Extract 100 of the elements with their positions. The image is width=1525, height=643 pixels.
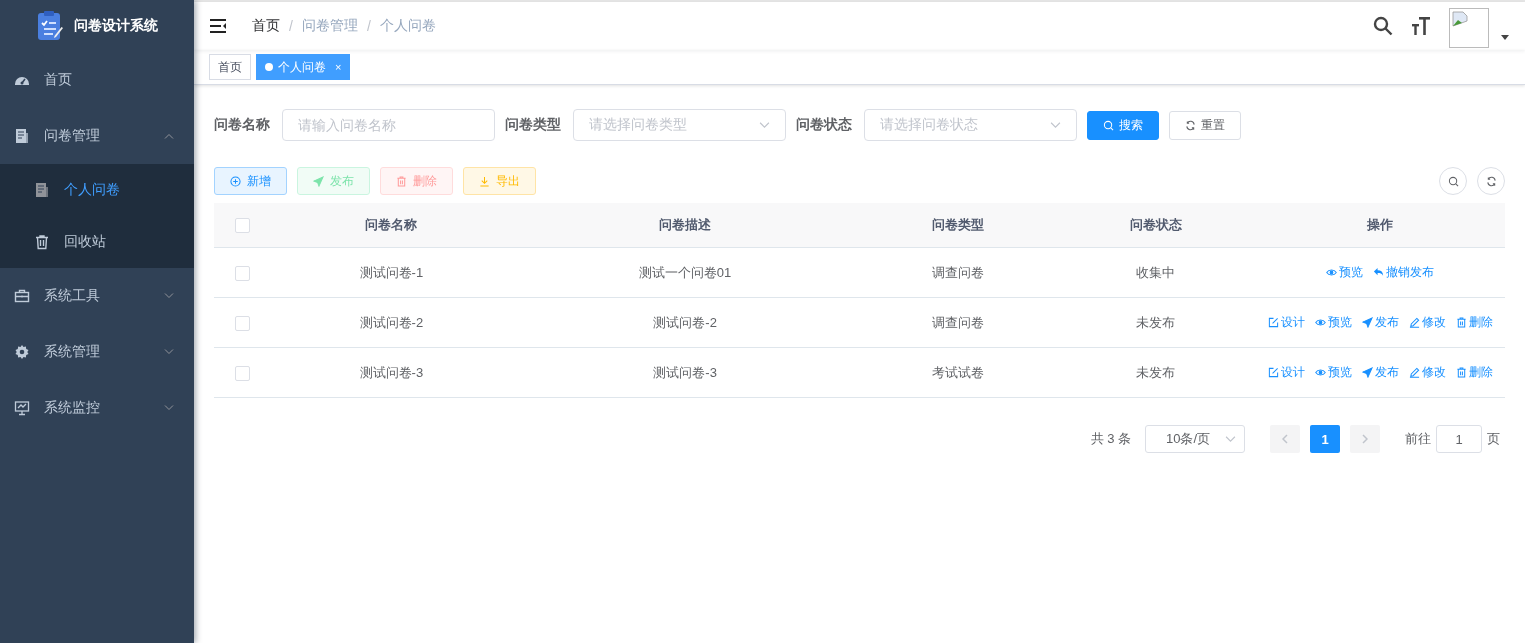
tab-close-button[interactable]: × bbox=[335, 61, 342, 73]
total-count: 共 3 条 bbox=[1090, 430, 1131, 448]
chevron-up-icon bbox=[164, 133, 174, 139]
chevron-down-icon bbox=[164, 349, 174, 355]
menu-item[interactable]: 问卷管理 bbox=[0, 108, 194, 164]
chevron-down-icon bbox=[164, 405, 174, 411]
column-header: 问卷名称 bbox=[271, 203, 512, 248]
menu-item[interactable]: 系统监控 bbox=[0, 380, 194, 436]
search-icon bbox=[1103, 119, 1114, 131]
menu-item[interactable]: 系统工具 bbox=[0, 268, 194, 324]
table-cell: 考试试卷 bbox=[858, 347, 1057, 398]
table-cell: 测试问卷-2 bbox=[271, 297, 512, 348]
select-field[interactable]: 请选择问卷类型 bbox=[573, 109, 786, 141]
plus-circle-icon bbox=[230, 175, 241, 187]
clipboard-logo-icon bbox=[36, 10, 66, 42]
breadcrumb-separator: / bbox=[289, 18, 293, 34]
text-input-field[interactable]: 请输入问卷名称 bbox=[282, 109, 495, 141]
search-icon[interactable] bbox=[1373, 16, 1393, 36]
add-button[interactable]: 新增 bbox=[214, 167, 287, 195]
refresh-icon bbox=[1185, 119, 1196, 131]
page-number-field[interactable]: 1 bbox=[1436, 425, 1482, 453]
delete-link[interactable]: 删除 bbox=[1455, 314, 1493, 331]
row-checkbox[interactable] bbox=[235, 265, 250, 281]
breadcrumb-item[interactable]: 首页 bbox=[252, 17, 280, 35]
publish-link[interactable]: 发布 bbox=[1361, 314, 1399, 331]
document-icon bbox=[14, 128, 30, 144]
page-tab[interactable]: 首页 bbox=[209, 54, 251, 80]
column-header: 问卷描述 bbox=[511, 203, 859, 248]
chevron-right-icon bbox=[1362, 434, 1368, 444]
eye-icon bbox=[1314, 317, 1326, 328]
chevron-down-icon bbox=[1225, 435, 1236, 443]
table-cell: 测试问卷-2 bbox=[511, 297, 859, 348]
refresh-icon bbox=[1485, 175, 1497, 187]
page-tab[interactable]: 个人问卷 × bbox=[256, 54, 351, 80]
edit-link[interactable]: 修改 bbox=[1408, 314, 1446, 331]
table-cell: 调查问卷 bbox=[858, 297, 1057, 348]
menu-item[interactable]: 系统管理 bbox=[0, 324, 194, 380]
eye-icon bbox=[1326, 267, 1337, 278]
paper-plane-icon bbox=[1361, 367, 1373, 378]
preview-link[interactable]: 预览 bbox=[1314, 314, 1352, 331]
row-checkbox[interactable] bbox=[235, 315, 250, 331]
chevron-down-icon bbox=[759, 121, 770, 129]
column-header: 操作 bbox=[1255, 203, 1505, 248]
table-cell: 调查问卷 bbox=[858, 247, 1057, 298]
publish-link[interactable]: 发布 bbox=[1361, 364, 1399, 381]
broken-image-avatar[interactable] bbox=[1449, 8, 1489, 48]
column-header: 问卷状态 bbox=[1056, 203, 1255, 248]
reset-button[interactable]: 重置 bbox=[1169, 110, 1241, 140]
trash-icon bbox=[1455, 367, 1467, 378]
table-cell: 未发布 bbox=[1056, 347, 1255, 398]
design-link[interactable]: 设计 bbox=[1267, 364, 1305, 381]
font-size-icon[interactable] bbox=[1411, 16, 1431, 36]
submenu-item[interactable]: 个人问卷 bbox=[0, 164, 194, 216]
table-cell: 测试一个问卷01 bbox=[511, 247, 859, 298]
previous-page-button[interactable] bbox=[1270, 425, 1300, 453]
menu-fold-icon[interactable] bbox=[210, 19, 226, 33]
monitor-icon bbox=[14, 400, 30, 416]
search-icon bbox=[1447, 175, 1459, 187]
table-cell: 测试问卷-3 bbox=[271, 347, 512, 398]
select-all-checkbox[interactable] bbox=[235, 218, 250, 234]
menu-item[interactable]: 首页 bbox=[0, 52, 194, 108]
revoke-link[interactable]: 撤销发布 bbox=[1373, 264, 1434, 281]
page-size-select[interactable]: 10条/页 bbox=[1145, 425, 1245, 453]
breadcrumb-item[interactable]: 问卷管理 bbox=[301, 17, 358, 35]
breadcrumb-item: 个人问卷 bbox=[379, 17, 436, 35]
app-title: 问卷设计系统 bbox=[74, 17, 158, 35]
submenu-item[interactable]: 回收站 bbox=[0, 216, 194, 268]
select-field[interactable]: 请选择问卷状态 bbox=[864, 109, 1077, 141]
page-suffix: 页 bbox=[1487, 430, 1500, 448]
undo-arrow-icon bbox=[1373, 267, 1384, 278]
row-checkbox[interactable] bbox=[235, 365, 250, 381]
filter-label: 问卷名称 bbox=[214, 116, 270, 134]
table-cell: 测试问卷-3 bbox=[511, 347, 859, 398]
preview-link[interactable]: 预览 bbox=[1314, 364, 1352, 381]
table-cell: 未发布 bbox=[1056, 297, 1255, 348]
caret-down-icon[interactable] bbox=[1501, 34, 1509, 40]
toolbox-icon bbox=[14, 288, 30, 304]
pencil-icon bbox=[1408, 367, 1420, 378]
document-icon bbox=[34, 182, 50, 198]
refresh-button[interactable] bbox=[1477, 167, 1505, 195]
filter-label: 问卷类型 bbox=[505, 116, 561, 134]
next-page-button[interactable] bbox=[1350, 425, 1380, 453]
table-cell: 收集中 bbox=[1056, 247, 1255, 298]
edit-link[interactable]: 修改 bbox=[1408, 364, 1446, 381]
pencil-icon bbox=[1408, 317, 1420, 328]
table-cell: 测试问卷-1 bbox=[271, 247, 512, 298]
toggle-search-button[interactable] bbox=[1439, 167, 1467, 195]
search-button[interactable]: 搜索 bbox=[1087, 110, 1159, 140]
trash-icon bbox=[1455, 317, 1467, 328]
trash-icon bbox=[396, 175, 407, 187]
goto-label: 前往 bbox=[1405, 430, 1431, 448]
paper-plane-icon bbox=[313, 175, 324, 187]
preview-link[interactable]: 预览 bbox=[1326, 264, 1363, 281]
trash-icon bbox=[34, 234, 50, 250]
gear-icon bbox=[14, 344, 30, 360]
page-number-button[interactable]: 1 bbox=[1310, 425, 1340, 453]
design-link[interactable]: 设计 bbox=[1267, 314, 1305, 331]
breadcrumb-separator: / bbox=[366, 18, 371, 34]
delete-link[interactable]: 删除 bbox=[1455, 364, 1493, 381]
paper-plane-icon bbox=[1361, 317, 1373, 328]
